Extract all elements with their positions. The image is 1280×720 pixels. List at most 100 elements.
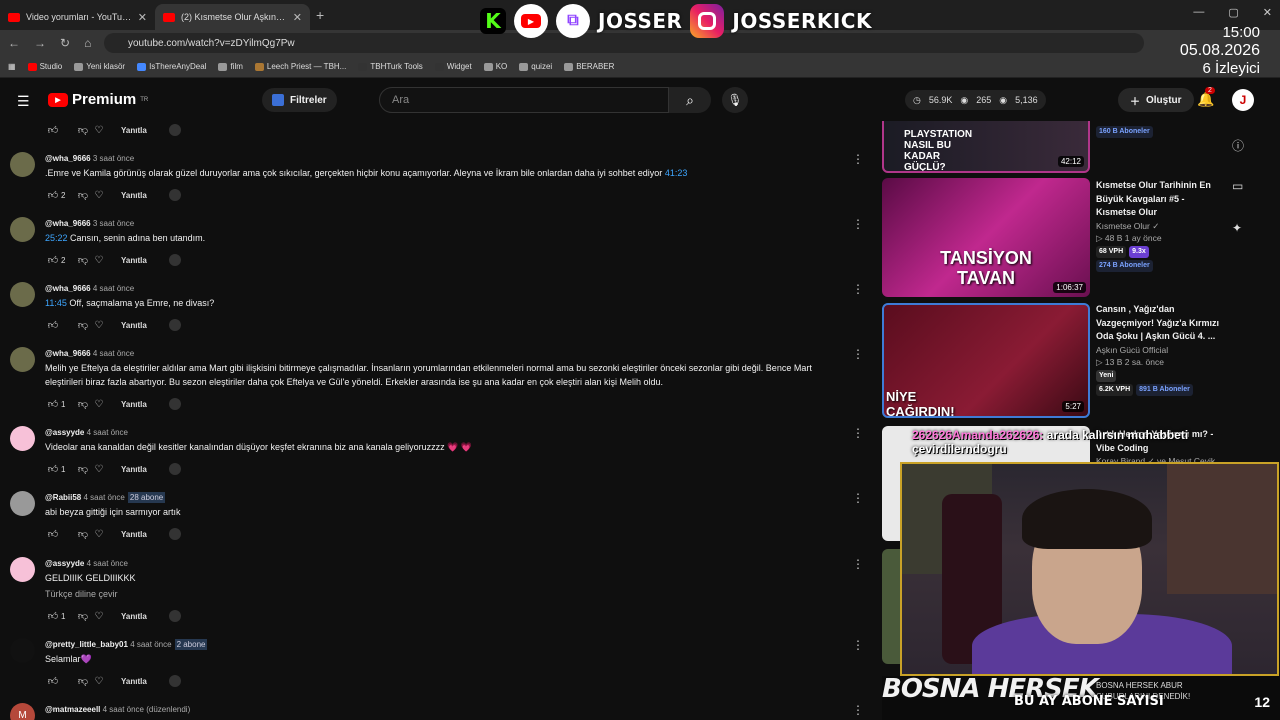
more-options-icon[interactable]: ⋮ xyxy=(852,152,864,166)
like-icon[interactable]: 👍︎ xyxy=(45,319,61,331)
dislike-icon[interactable]: 👎︎ xyxy=(75,398,91,410)
more-options-icon[interactable]: ⋮ xyxy=(852,638,864,652)
bookmark-widget[interactable]: Widget xyxy=(434,62,472,71)
bookmark-quizei[interactable]: quizei xyxy=(519,62,552,71)
avatar[interactable] xyxy=(10,638,35,663)
reaction-icon[interactable] xyxy=(168,189,181,201)
dislike-icon[interactable]: 👎︎ xyxy=(75,675,91,687)
reply-button[interactable]: Yanıtla xyxy=(121,530,147,539)
like-icon[interactable]: 👍︎ xyxy=(45,463,61,475)
dislike-icon[interactable]: 👎︎ xyxy=(75,124,91,136)
home-icon[interactable]: ⌂ xyxy=(84,36,91,50)
reply-button[interactable]: Yanıtla xyxy=(121,677,147,686)
account-avatar[interactable]: J xyxy=(1232,89,1254,111)
like-icon[interactable]: 👍︎ xyxy=(45,675,61,687)
more-options-icon[interactable]: ⋮ xyxy=(852,491,864,505)
forward-icon[interactable]: → xyxy=(34,36,46,50)
new-tab-button[interactable]: + xyxy=(316,7,324,23)
more-options-icon[interactable]: ⋮ xyxy=(852,217,864,231)
avatar[interactable] xyxy=(10,152,35,177)
reply-button[interactable]: Yanıtla xyxy=(121,465,147,474)
heart-icon[interactable]: ♡ xyxy=(91,320,107,331)
dislike-icon[interactable]: 👎︎ xyxy=(75,463,91,475)
bookmark-tbh[interactable]: TBHTurk Tools xyxy=(358,62,423,71)
sparkle-icon[interactable]: ✦ xyxy=(1232,221,1242,235)
avatar[interactable] xyxy=(10,426,35,451)
avatar[interactable]: M xyxy=(10,703,35,720)
bookmark-folder[interactable]: Yeni klasör xyxy=(74,62,125,71)
voice-search-button[interactable]: 🎙 xyxy=(722,87,748,113)
avatar[interactable] xyxy=(10,282,35,307)
dislike-icon[interactable]: 👎︎ xyxy=(75,189,91,201)
video-title[interactable]: Kısmetse Olur Tarihinin En Büyük Kavgala… xyxy=(1096,179,1226,220)
heart-icon[interactable]: ♡ xyxy=(91,676,107,687)
reply-button[interactable]: Yanıtla xyxy=(121,321,147,330)
video-thumbnail[interactable]: TANSİYON TAVAN 1:06:37 xyxy=(882,178,1090,297)
info-icon[interactable]: ⓘ xyxy=(1232,137,1244,154)
search-input[interactable]: Ara xyxy=(379,87,669,113)
video-thumbnail[interactable]: PLAYSTATION NASIL BU KADAR GÜÇLÜ? 42:12 xyxy=(882,121,1090,173)
close-tab-icon[interactable]: ✕ xyxy=(293,11,302,24)
like-icon[interactable]: 👍︎ xyxy=(45,124,61,136)
dislike-icon[interactable]: 👎︎ xyxy=(75,610,91,622)
close-window-icon[interactable]: ✕ xyxy=(1263,6,1272,19)
heart-icon[interactable]: ♡ xyxy=(91,529,107,540)
maximize-icon[interactable]: ▢ xyxy=(1228,6,1238,19)
bookmark-beraber[interactable]: BERABER xyxy=(564,62,614,71)
heart-icon[interactable]: ♡ xyxy=(91,611,107,622)
heart-icon[interactable]: ♡ xyxy=(91,125,107,136)
reply-button[interactable]: Yanıtla xyxy=(121,256,147,265)
dislike-icon[interactable]: 👎︎ xyxy=(75,528,91,540)
timestamp-link[interactable]: 11:45 xyxy=(45,298,67,308)
reply-button[interactable]: Yanıtla xyxy=(121,400,147,409)
reply-button[interactable]: Yanıtla xyxy=(121,191,147,200)
more-options-icon[interactable]: ⋮ xyxy=(852,426,864,440)
reaction-icon[interactable] xyxy=(168,528,181,540)
youtube-logo[interactable]: ▶ Premium TR xyxy=(48,91,148,108)
notifications-button[interactable]: 🔔 2 xyxy=(1197,87,1215,108)
channel-name[interactable]: Kısmetse Olur ✓ xyxy=(1096,220,1226,232)
reaction-icon[interactable] xyxy=(168,254,181,266)
timestamp-link[interactable]: 41:23 xyxy=(665,168,688,178)
bookmark-leech[interactable]: Leech Priest — TBH... xyxy=(254,62,346,71)
avatar[interactable] xyxy=(10,347,35,372)
reply-button[interactable]: Yanıtla xyxy=(121,126,147,135)
like-icon[interactable]: 👍︎ xyxy=(45,254,61,266)
like-icon[interactable]: 👍︎ xyxy=(45,189,61,201)
like-icon[interactable]: 👍︎ xyxy=(45,610,61,622)
bookmark-itad[interactable]: IsThereAnyDeal xyxy=(137,62,206,71)
like-icon[interactable]: 👍︎ xyxy=(45,528,61,540)
reaction-icon[interactable] xyxy=(168,398,181,410)
reply-button[interactable]: Yanıtla xyxy=(121,612,147,621)
tab-studio[interactable]: Video yorumları - YouTube Studio ✕ xyxy=(0,4,155,30)
timestamp-link[interactable]: 25:22 xyxy=(45,233,68,243)
heart-icon[interactable]: ♡ xyxy=(91,190,107,201)
reaction-icon[interactable] xyxy=(168,124,181,136)
more-options-icon[interactable]: ⋮ xyxy=(852,347,864,361)
back-icon[interactable]: ← xyxy=(8,36,20,50)
bookmark-studio[interactable]: Studio xyxy=(27,62,62,71)
avatar[interactable] xyxy=(10,217,35,242)
avatar[interactable] xyxy=(10,557,35,582)
more-options-icon[interactable]: ⋮ xyxy=(852,282,864,296)
close-tab-icon[interactable]: ✕ xyxy=(138,11,147,24)
menu-icon[interactable]: ☰ xyxy=(17,93,30,110)
like-icon[interactable]: 👍︎ xyxy=(45,398,61,410)
filters-button[interactable]: Filtreler xyxy=(262,88,337,112)
translate-link[interactable]: Türkçe diline çevir xyxy=(45,589,118,599)
reaction-icon[interactable] xyxy=(168,463,181,475)
create-button[interactable]: ＋ Oluştur xyxy=(1118,88,1194,112)
chat-icon[interactable]: ▭ xyxy=(1232,179,1243,193)
reaction-icon[interactable] xyxy=(168,675,181,687)
extension-stats[interactable]: ◷ 56.9K ◉ 265 ◉ 5,136 xyxy=(905,90,1046,110)
heart-icon[interactable]: ♡ xyxy=(91,464,107,475)
more-options-icon[interactable]: ⋮ xyxy=(852,703,864,717)
bookmark-film[interactable]: film xyxy=(218,62,243,71)
minimize-icon[interactable]: — xyxy=(1193,6,1204,19)
reaction-icon[interactable] xyxy=(168,610,181,622)
dislike-icon[interactable]: 👎︎ xyxy=(75,319,91,331)
tab-video[interactable]: (2) Kısmetse Olur Aşkın Gücü 5... ✕ xyxy=(155,4,310,30)
more-options-icon[interactable]: ⋮ xyxy=(852,557,864,571)
dislike-icon[interactable]: 👎︎ xyxy=(75,254,91,266)
video-title[interactable]: Cansın , Yağız'dan Vazgeçmiyor! Yağız'a … xyxy=(1096,303,1226,344)
